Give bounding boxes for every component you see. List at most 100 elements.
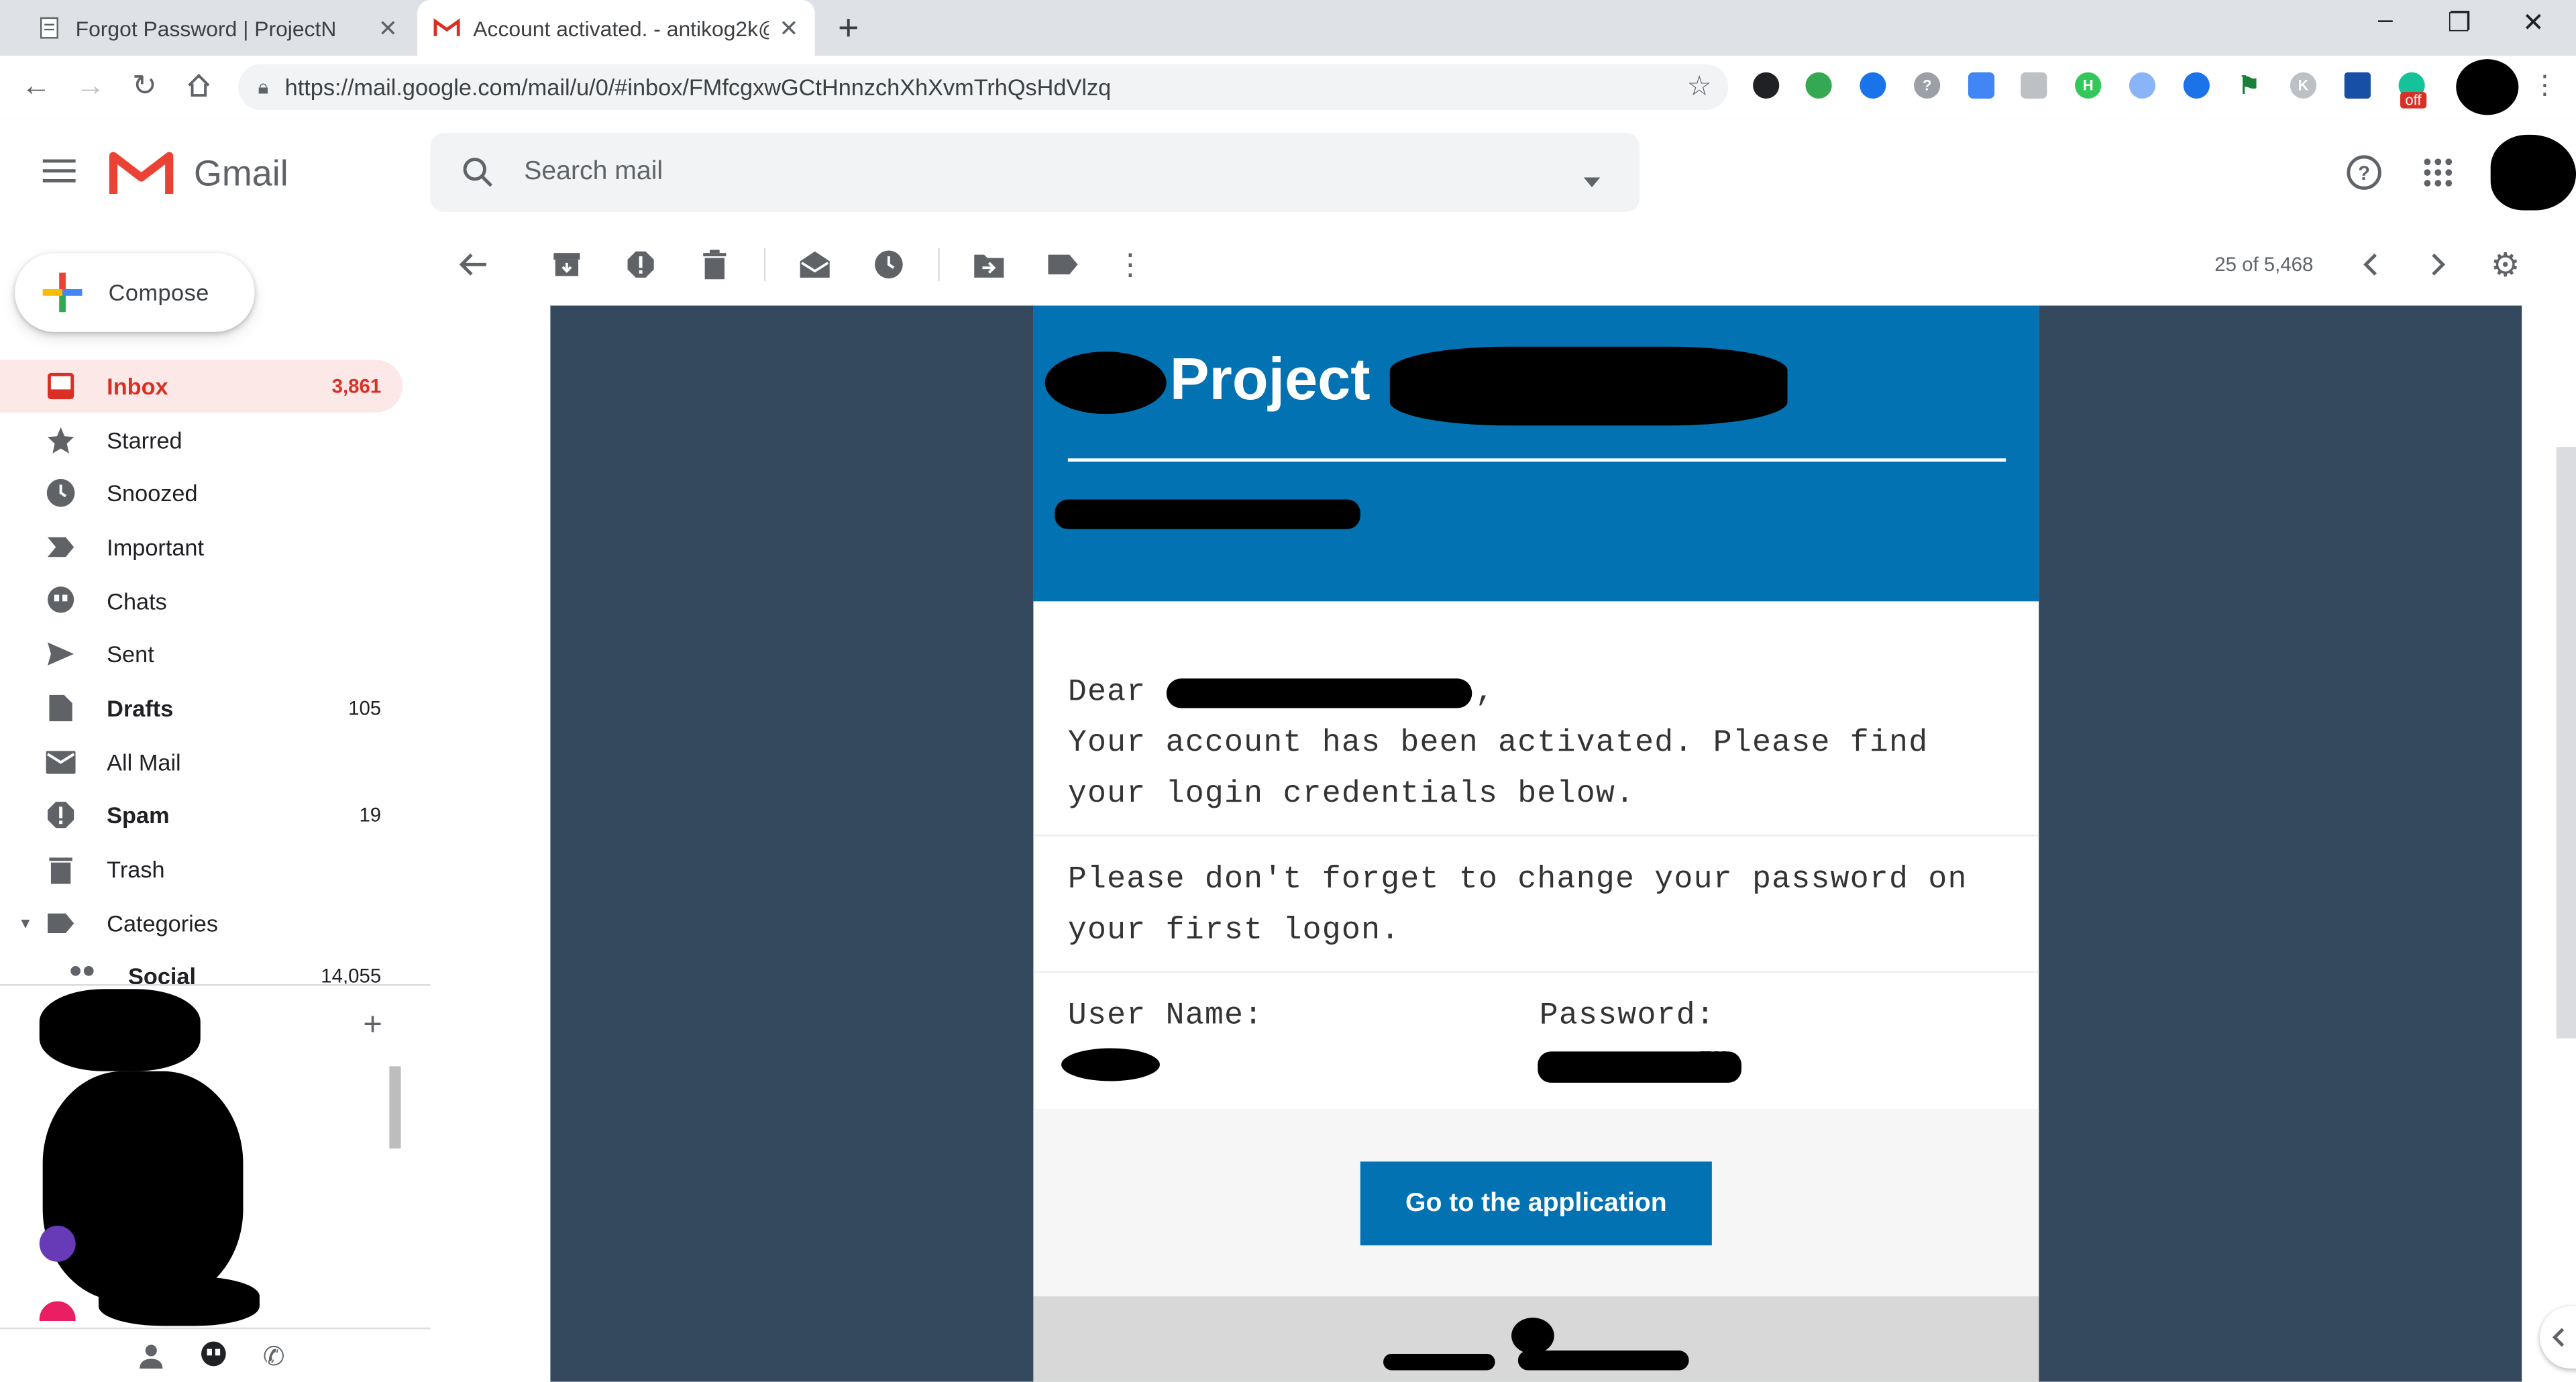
minimize-icon[interactable]: – xyxy=(2353,7,2418,36)
search-options-icon[interactable] xyxy=(1583,166,1601,195)
restore-icon[interactable]: ❐ xyxy=(2426,7,2492,40)
redaction-mark xyxy=(1044,352,1167,415)
greeting-text: Dear xyxy=(1067,674,1146,710)
sidebar-item-all-mail[interactable]: All Mail xyxy=(0,736,402,788)
sidebar-item-trash[interactable]: Trash xyxy=(0,843,402,895)
page-scrollbar[interactable] xyxy=(2556,447,2576,1039)
home-icon[interactable] xyxy=(179,66,219,105)
address-bar[interactable]: 🔒︎ https://mail.google.com/mail/u/0/#inb… xyxy=(238,64,1729,111)
redaction-mark xyxy=(1538,1051,1741,1083)
sidebar-item-starred[interactable]: Starred xyxy=(0,414,402,466)
contact-avatar[interactable] xyxy=(39,1225,76,1262)
extension-icon[interactable] xyxy=(1860,72,1886,99)
bookmark-star-icon[interactable]: ☆ xyxy=(1687,70,1712,103)
label-icon[interactable] xyxy=(1046,248,1079,281)
phone-icon[interactable]: ✆ xyxy=(263,1340,285,1373)
username-label: User Name: xyxy=(1067,997,1264,1034)
sidebar-item-important[interactable]: Important xyxy=(0,521,402,573)
close-window-icon[interactable]: ✕ xyxy=(2500,7,2566,40)
sidebar-item-snoozed[interactable]: Snoozed xyxy=(0,467,402,519)
sidebar-item-label: Sent xyxy=(107,641,154,668)
apps-grid-icon[interactable] xyxy=(2423,158,2453,195)
delete-icon[interactable] xyxy=(698,248,731,281)
expand-caret-icon[interactable]: ▼ xyxy=(18,915,33,931)
account-avatar[interactable] xyxy=(2490,134,2576,211)
trash-icon xyxy=(44,854,77,884)
redaction-mark xyxy=(42,1071,244,1301)
divider xyxy=(0,1327,431,1330)
extension-icon[interactable]: K xyxy=(2290,72,2317,99)
sidebar-item-label: Categories xyxy=(107,910,218,937)
extension-icon[interactable]: H xyxy=(2075,72,2102,99)
settings-gear-icon[interactable]: ⚙ xyxy=(2489,248,2522,284)
extension-icon[interactable]: ? xyxy=(1914,72,1941,99)
extension-icon[interactable] xyxy=(1805,72,1832,99)
new-hangout-icon[interactable]: + xyxy=(363,1007,382,1045)
back-icon[interactable]: ← xyxy=(16,66,56,105)
sidebar-item-label: Chats xyxy=(107,588,167,615)
redaction-mark xyxy=(1383,1353,1495,1371)
search-box[interactable]: Search mail xyxy=(430,133,1640,212)
mail-icon xyxy=(44,751,77,774)
extension-icon[interactable] xyxy=(1968,72,1995,99)
chat-icon xyxy=(44,586,77,616)
sidebar-item-label: Inbox xyxy=(107,372,168,400)
extension-icon[interactable] xyxy=(1753,72,1780,99)
browser-toolbar: ← → ↻ 🔒︎ https://mail.google.com/mail/u/… xyxy=(0,56,2576,120)
go-to-application-button[interactable]: Go to the application xyxy=(1360,1161,1712,1246)
archive-icon[interactable] xyxy=(550,248,583,281)
forward-icon[interactable]: → xyxy=(70,66,110,105)
extension-icon[interactable] xyxy=(2021,72,2047,99)
extension-icon[interactable] xyxy=(2344,72,2371,99)
mark-unread-icon[interactable] xyxy=(798,248,831,281)
sidebar-item-chats[interactable]: Chats xyxy=(0,575,402,627)
profile-avatar[interactable] xyxy=(2456,59,2519,115)
redaction-mark xyxy=(98,1276,260,1326)
sidebar-item-count: 105 xyxy=(348,696,382,720)
snooze-icon[interactable] xyxy=(872,248,905,281)
reload-icon[interactable]: ↻ xyxy=(125,66,164,105)
gmail-header: Gmail Search mail ? xyxy=(0,118,2576,227)
tab-account-activated[interactable]: Account activated. - antikog2k@ ✕ xyxy=(417,0,815,56)
extension-icon[interactable] xyxy=(2129,72,2156,99)
help-icon[interactable]: ? xyxy=(2346,154,2382,199)
main-menu-icon[interactable] xyxy=(42,156,79,194)
move-to-icon[interactable] xyxy=(973,248,1006,281)
toolbar-separator xyxy=(763,248,766,281)
newer-icon[interactable] xyxy=(2354,248,2387,281)
compose-button[interactable]: Compose xyxy=(15,253,255,332)
pagination-count: 25 of 5,468 xyxy=(2214,253,2314,276)
search-icon[interactable] xyxy=(462,156,494,189)
sidebar-item-drafts[interactable]: Drafts 105 xyxy=(0,682,402,734)
more-options-icon[interactable]: ⋮ xyxy=(1114,248,1146,281)
extension-icon[interactable] xyxy=(2183,72,2210,99)
sidebar-item-inbox[interactable]: Inbox 3,861 xyxy=(0,360,403,413)
report-spam-icon[interactable] xyxy=(625,248,657,281)
new-tab-button[interactable]: + xyxy=(838,7,859,50)
redaction-mark xyxy=(1166,678,1472,708)
sidebar-item-categories[interactable]: ▼ Categories xyxy=(0,897,402,949)
tab-forgot-password[interactable]: Forgot Password | ProjectN ✕ xyxy=(19,0,414,56)
close-tab-icon[interactable]: ✕ xyxy=(378,14,398,42)
sidebar-item-count: 3,861 xyxy=(331,374,382,398)
sidebar-item-spam[interactable]: Spam 19 xyxy=(0,789,402,841)
redaction-mark xyxy=(1517,1350,1689,1371)
sidebar-item-sent[interactable]: Sent xyxy=(0,628,402,680)
chrome-menu-icon[interactable]: ⋮ xyxy=(2532,69,2558,102)
body-line-2: your login credentials below. xyxy=(1067,775,1635,812)
back-to-inbox-icon[interactable] xyxy=(457,248,490,281)
person-icon[interactable] xyxy=(138,1342,164,1377)
side-panel-toggle[interactable] xyxy=(2540,1306,2576,1369)
contact-avatar[interactable] xyxy=(39,1301,76,1321)
divider xyxy=(1033,835,2039,837)
close-tab-icon[interactable]: ✕ xyxy=(779,14,798,42)
sidebar-item-social[interactable]: Social 14,055 xyxy=(0,950,402,1002)
hangouts-scrollbar[interactable] xyxy=(389,1066,401,1149)
hangouts-icon[interactable] xyxy=(199,1340,228,1378)
search-input[interactable]: Search mail xyxy=(524,158,663,187)
gmail-logo-icon[interactable] xyxy=(109,148,174,205)
flag-icon[interactable]: ⚑ xyxy=(2236,72,2262,101)
sidebar-item-label: Trash xyxy=(107,855,165,883)
older-icon[interactable] xyxy=(2422,248,2455,281)
redaction-mark xyxy=(1511,1318,1554,1354)
